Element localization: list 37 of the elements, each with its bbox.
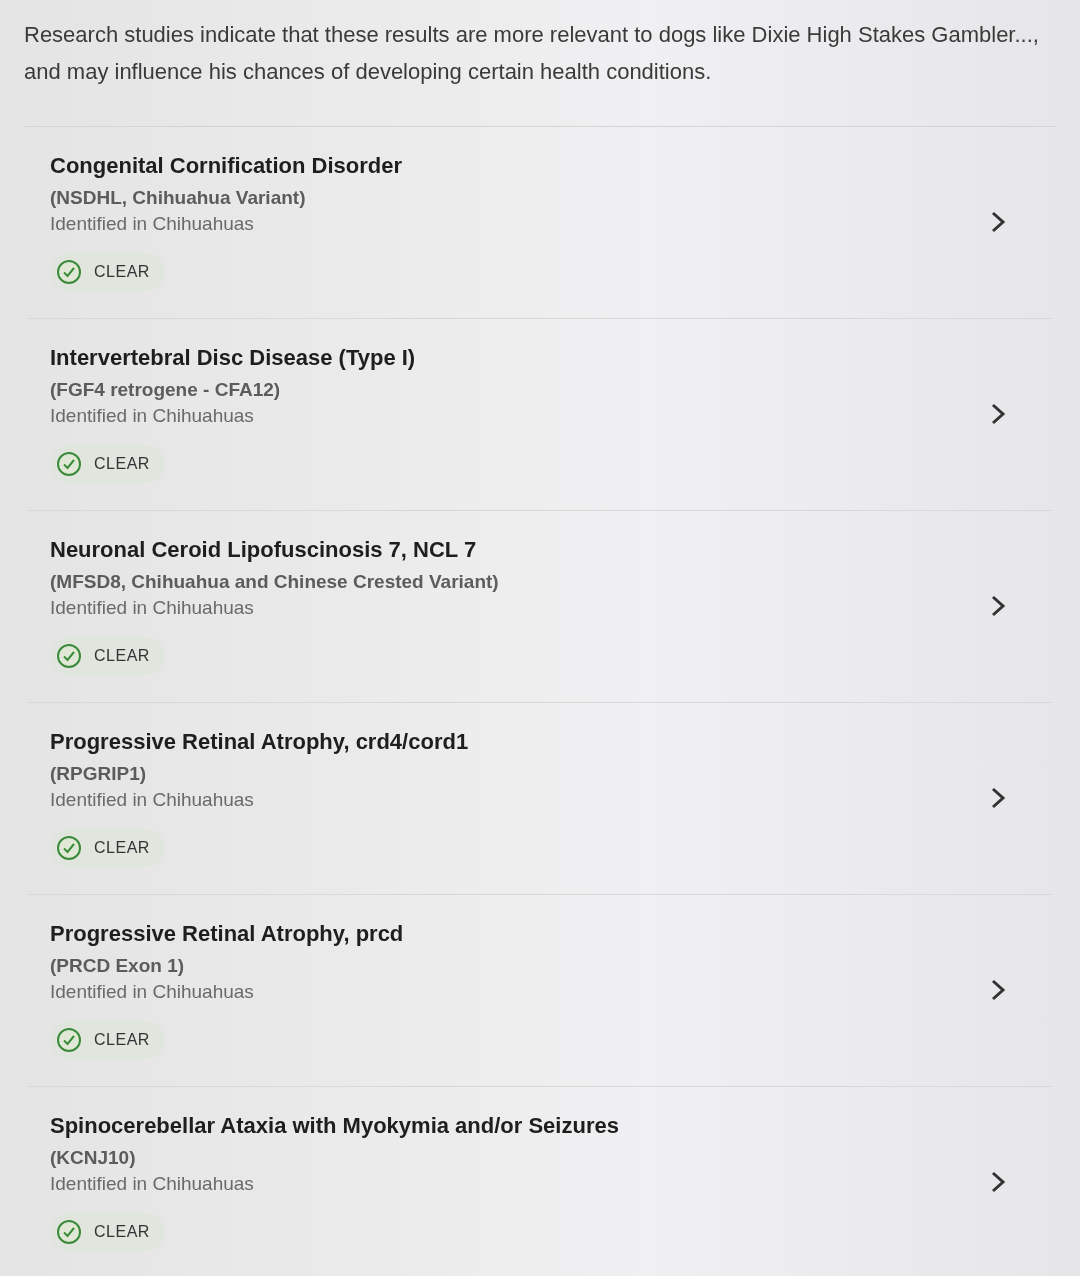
check-circle-icon bbox=[56, 258, 82, 285]
result-row[interactable]: Intervertebral Disc Disease (Type I) (FGF4 retrogene - CFA12) Identified in Chihuahuas CLEAR bbox=[28, 319, 1052, 511]
check-circle-icon bbox=[56, 642, 82, 669]
result-row[interactable]: Progressive Retinal Atrophy, crd4/cord1 (RPGRIP1) Identified in Chihuahuas CLEAR bbox=[28, 703, 1052, 895]
variant-text: (MFSD8, Chihuahua and Chinese Crested Variant) bbox=[50, 570, 499, 593]
status-text: CLEAR bbox=[94, 1030, 150, 1049]
status-text: CLEAR bbox=[94, 646, 150, 665]
result-row[interactable]: Spinocerebellar Ataxia with Myokymia and/or Seizures (KCNJ10) Identified in Chihuahuas CLEAR bbox=[28, 1087, 1052, 1276]
condition-title: Congenital Cornification Disorder bbox=[50, 152, 403, 179]
condition-title: Intervertebral Disc Disease (Type I) bbox=[50, 344, 416, 371]
identified-note: Identified in Chihuahuas bbox=[50, 1172, 254, 1195]
condition-title: Progressive Retinal Atrophy, crd4/cord1 bbox=[50, 728, 469, 755]
identified-note: Identified in Chihuahuas bbox=[50, 212, 254, 235]
result-row[interactable]: Congenital Cornification Disorder (NSDHL, Chihuahua Variant) Identified in Chihuahuas CLEAR bbox=[28, 127, 1052, 319]
status-text: CLEAR bbox=[94, 838, 150, 857]
status-text: CLEAR bbox=[94, 262, 150, 281]
check-circle-icon bbox=[56, 1026, 82, 1053]
identified-note: Identified in Chihuahuas bbox=[50, 596, 254, 619]
variant-text: (KCNJ10) bbox=[50, 1146, 136, 1169]
condition-title: Progressive Retinal Atrophy, prcd bbox=[50, 920, 404, 947]
intro-paragraph: Research studies indicate that these results are more relevant to dogs like Dixie High Stakes Gambler..., and may influence his chances of developing certain health conditions. bbox=[24, 16, 1056, 127]
check-circle-icon bbox=[56, 450, 82, 477]
check-circle-icon bbox=[56, 1218, 82, 1245]
variant-text: (PRCD Exon 1) bbox=[50, 954, 185, 977]
result-row[interactable]: Neuronal Ceroid Lipofuscinosis 7, NCL 7 (MFSD8, Chihuahua and Chinese Crested Variant) Identified in Chihuahuas CLEAR bbox=[28, 511, 1052, 703]
identified-note: Identified in Chihuahuas bbox=[50, 980, 254, 1003]
condition-title: Spinocerebellar Ataxia with Myokymia and/or Seizures bbox=[50, 1112, 619, 1139]
condition-title: Neuronal Ceroid Lipofuscinosis 7, NCL 7 bbox=[50, 536, 477, 563]
identified-note: Identified in Chihuahuas bbox=[50, 788, 254, 811]
status-text: CLEAR bbox=[94, 1222, 150, 1241]
check-circle-icon bbox=[56, 834, 82, 861]
variant-text: (RPGRIP1) bbox=[50, 762, 147, 785]
status-text: CLEAR bbox=[94, 454, 150, 473]
identified-note: Identified in Chihuahuas bbox=[50, 404, 254, 427]
variant-text: (FGF4 retrogene - CFA12) bbox=[50, 378, 281, 401]
variant-text: (NSDHL, Chihuahua Variant) bbox=[50, 186, 306, 209]
result-row[interactable]: Progressive Retinal Atrophy, prcd (PRCD Exon 1) Identified in Chihuahuas CLEAR bbox=[28, 895, 1052, 1087]
